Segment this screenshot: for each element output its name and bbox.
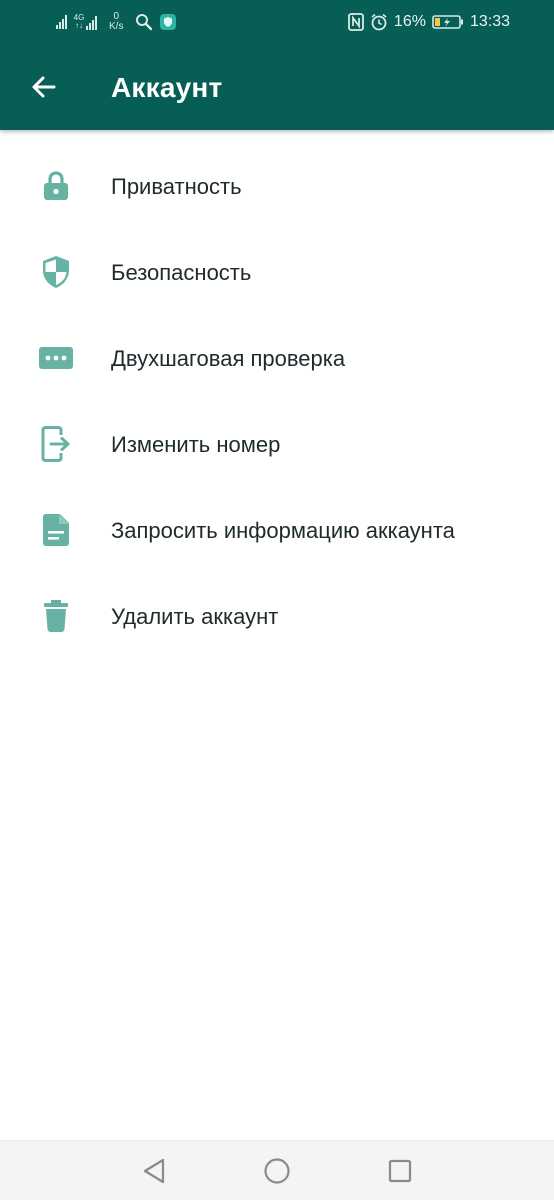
arrow-back-icon [32, 76, 56, 98]
list-item-privacy[interactable]: Приватность [0, 143, 554, 229]
list-item-delete-account[interactable]: Удалить аккаунт [0, 573, 554, 659]
app-shield-icon [160, 14, 177, 30]
alarm-icon [371, 13, 387, 31]
list-item-label: Приватность [111, 174, 242, 199]
square-recents-icon [388, 1159, 412, 1183]
change-number-icon [36, 424, 76, 464]
signal-4g-group: 4G ↑↓ [73, 14, 97, 30]
battery-percent: 16% [393, 13, 426, 30]
signal-icon [56, 15, 67, 29]
shield-icon [36, 252, 76, 292]
list-item-label: Безопасность [111, 260, 252, 285]
list-item-security[interactable]: Безопасность [0, 229, 554, 315]
trash-icon [36, 596, 76, 636]
list-item-label: Изменить номер [111, 432, 281, 457]
clock-time: 13:33 [469, 13, 510, 30]
app-bar: Аккаунт [0, 44, 554, 130]
signal-icon-2 [86, 16, 97, 30]
status-bar: 4G ↑↓ 0 K/s 16% 13:33 [0, 0, 554, 44]
status-left-group: 4G ↑↓ 0 K/s [56, 0, 177, 44]
system-nav-bar [0, 1140, 554, 1200]
search-icon [136, 14, 153, 31]
network-speed-unit: K/s [109, 21, 124, 32]
document-icon [36, 510, 76, 550]
back-button[interactable] [22, 65, 66, 109]
battery-icon [432, 15, 463, 29]
lock-icon [36, 166, 76, 206]
account-settings-list: Приватность Безопасность Двухшаговая про… [0, 143, 554, 659]
nav-home-button[interactable] [261, 1155, 293, 1187]
list-item-label: Двухшаговая проверка [111, 346, 346, 371]
circle-home-icon [264, 1158, 290, 1184]
nav-recents-button[interactable] [384, 1155, 416, 1187]
list-item-change-number[interactable]: Изменить номер [0, 401, 554, 487]
network-speed: 0 K/s [109, 12, 123, 32]
triangle-back-icon [143, 1158, 165, 1184]
status-right-group: 16% 13:33 [348, 0, 510, 44]
nfc-icon [348, 13, 364, 31]
list-item-label: Запросить информацию аккаунта [111, 518, 455, 543]
page-title: Аккаунт [111, 72, 223, 103]
list-item-request-info[interactable]: Запросить информацию аккаунта [0, 487, 554, 573]
list-item-two-step[interactable]: Двухшаговая проверка [0, 315, 554, 401]
list-item-label: Удалить аккаунт [111, 604, 279, 629]
nav-back-button[interactable] [138, 1155, 170, 1187]
dots-icon [36, 338, 76, 378]
